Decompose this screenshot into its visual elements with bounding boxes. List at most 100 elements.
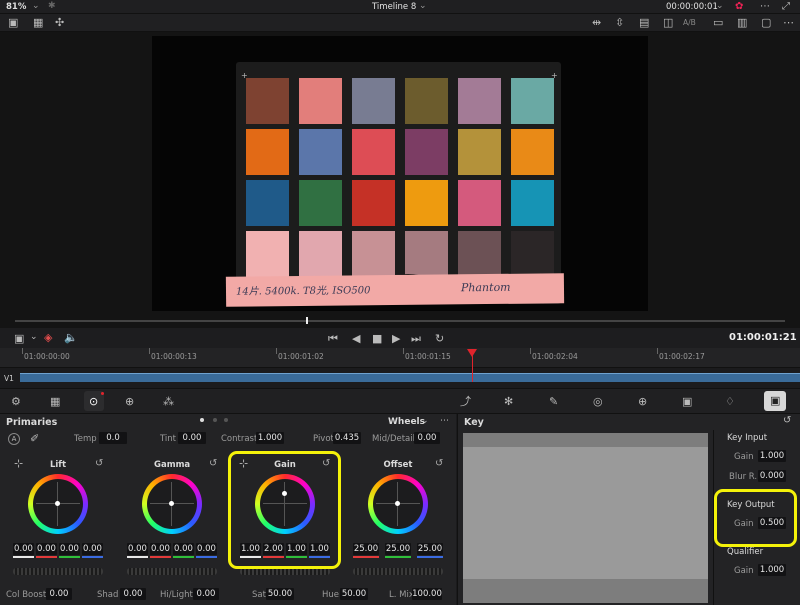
shad-field[interactable]: 0.00: [120, 588, 146, 600]
lift-value-field[interactable]: 0.00: [13, 543, 34, 555]
split-vertical-icon[interactable]: ⇳: [615, 17, 624, 28]
highlight-icon[interactable]: ✣: [55, 17, 64, 28]
offset-value-field[interactable]: 25.00: [385, 543, 411, 555]
page-dot[interactable]: [224, 418, 228, 422]
qualifier-icon[interactable]: ✎: [549, 396, 558, 407]
lift-picker-icon[interactable]: ⊹: [14, 458, 23, 469]
reverse-icon[interactable]: ◀: [352, 333, 360, 344]
split-horizontal-icon[interactable]: ⇹: [592, 17, 601, 28]
play-icon[interactable]: ▶: [392, 333, 400, 344]
hilight-field[interactable]: 0.00: [193, 588, 219, 600]
key-input-gain-field[interactable]: 1.000: [758, 450, 786, 462]
lift-color-wheel[interactable]: [28, 474, 88, 534]
lift-value-field[interactable]: 0.00: [36, 543, 57, 555]
temp-field[interactable]: 0.0: [99, 432, 127, 444]
audio-icon[interactable]: 🔈: [64, 332, 78, 343]
fullscreen-icon[interactable]: ⤢: [782, 1, 790, 12]
middetail-field[interactable]: 0.00: [414, 432, 440, 444]
gamma-value-field[interactable]: 0.00: [127, 543, 148, 555]
blur-field[interactable]: 0.000: [758, 470, 786, 482]
curves-icon[interactable]: ⤴: [460, 396, 471, 407]
single-viewer-icon[interactable]: ▣: [8, 17, 18, 28]
window-icon[interactable]: ▭: [713, 17, 723, 28]
zoom-chevron-icon[interactable]: ⌄: [32, 1, 40, 11]
gamma-master-slider[interactable]: [127, 568, 217, 575]
go-to-start-icon[interactable]: ⏮: [328, 333, 338, 344]
lmix-field[interactable]: 100.00: [412, 588, 442, 600]
timeline-ruler[interactable]: 01:00:00:00 01:00:00:13 01:00:01:02 01:00:0…: [0, 348, 800, 368]
scrub-handle[interactable]: [306, 317, 308, 324]
more-options-icon[interactable]: ⋯: [760, 1, 770, 12]
colboost-field[interactable]: 0.00: [46, 588, 72, 600]
offset-wheel-puck[interactable]: [395, 501, 400, 506]
gamma-value-field[interactable]: 0.00: [196, 543, 217, 555]
more-icon[interactable]: ⋯: [440, 416, 449, 426]
timeline-clip[interactable]: [20, 373, 800, 382]
lift-master-slider[interactable]: [13, 568, 103, 575]
overlay-icon[interactable]: ▢: [761, 17, 771, 28]
gain-master-slider[interactable]: [240, 568, 330, 575]
color-match-icon[interactable]: ▦: [50, 396, 60, 407]
magic-mask-icon[interactable]: ▣: [682, 396, 692, 407]
stop-icon[interactable]: ■: [372, 333, 382, 344]
color-picker-icon[interactable]: ✿: [735, 1, 743, 12]
offset-color-wheel[interactable]: [368, 474, 428, 534]
viewer-mode-chevron-icon[interactable]: ⌄: [30, 332, 38, 343]
auto-balance-icon[interactable]: A: [8, 433, 20, 445]
gamma-value-field[interactable]: 0.00: [150, 543, 171, 555]
qualifier-gain-label: Gain: [734, 566, 754, 576]
lift-value-field[interactable]: 0.00: [59, 543, 80, 555]
page-dot-active[interactable]: [200, 418, 204, 422]
sparkle-icon[interactable]: ✱: [48, 1, 56, 11]
contrast-field[interactable]: 1.000: [256, 432, 284, 444]
pick-white-icon[interactable]: ✐: [30, 433, 39, 444]
pivot-field[interactable]: 0.435: [333, 432, 361, 444]
lift-value-field[interactable]: 0.00: [82, 543, 103, 555]
color-wheels-icon[interactable]: ⊙: [89, 396, 98, 407]
wipe-icon[interactable]: ◫: [663, 17, 673, 28]
tint-field[interactable]: 0.00: [178, 432, 206, 444]
guides-icon[interactable]: ▥: [737, 17, 747, 28]
mode-chevron-icon[interactable]: ⌄: [421, 416, 429, 426]
offset-value-field[interactable]: 25.00: [417, 543, 443, 555]
color-patch: [511, 78, 554, 124]
gamma-reset-icon[interactable]: ↺: [209, 458, 217, 469]
playhead-marker-icon[interactable]: [467, 349, 477, 357]
gamma-wheel-puck[interactable]: [169, 501, 174, 506]
go-to-end-icon[interactable]: ⏭: [411, 333, 421, 344]
key-reset-icon[interactable]: ↺: [783, 415, 791, 426]
ab-compare-icon[interactable]: A/B: [683, 18, 696, 27]
timecode-chevron-icon[interactable]: ⌄: [716, 1, 724, 11]
hdr-wheels-icon[interactable]: ⊕: [125, 396, 134, 407]
lift-reset-icon[interactable]: ↺: [95, 458, 103, 469]
offset-reset-icon[interactable]: ↺: [435, 458, 443, 469]
key-icon[interactable]: ▣: [770, 395, 780, 406]
layers-icon[interactable]: ◈: [44, 332, 52, 343]
viewer-scrub-bar[interactable]: [15, 320, 785, 322]
timeline-chevron-icon[interactable]: ⌄: [419, 1, 427, 11]
gamma-value-field[interactable]: 0.00: [173, 543, 194, 555]
camera-raw-icon[interactable]: ⚙: [11, 396, 21, 407]
viewer-options-icon[interactable]: ⋯: [783, 17, 794, 28]
gamma-color-wheel[interactable]: [142, 474, 202, 534]
zoom-level[interactable]: 81%: [6, 2, 26, 12]
offset-master-slider[interactable]: [353, 568, 443, 575]
hue-field[interactable]: 50.00: [340, 588, 368, 600]
lift-wheel-puck[interactable]: [55, 501, 60, 506]
page-dot[interactable]: [213, 418, 217, 422]
rgb-mixer-icon[interactable]: ⁂: [163, 396, 174, 407]
timeline-title[interactable]: Timeline 8: [372, 2, 416, 12]
offset-value-field[interactable]: 25.00: [353, 543, 379, 555]
grid-icon[interactable]: ▤: [639, 17, 649, 28]
loop-icon[interactable]: ↻: [435, 333, 444, 344]
window-power-icon[interactable]: ◎: [593, 396, 603, 407]
color-warper-icon[interactable]: ✻: [504, 396, 513, 407]
viewer-mode-icon[interactable]: ▣: [14, 333, 24, 344]
blur-icon[interactable]: ♢: [725, 396, 735, 407]
tracker-icon[interactable]: ⊕: [638, 396, 647, 407]
mode-selector[interactable]: Wheels: [388, 417, 425, 427]
color-patch: [458, 231, 501, 277]
qualifier-gain-field[interactable]: 1.000: [758, 564, 786, 576]
gallery-icon[interactable]: ▦: [33, 17, 43, 28]
sat-field[interactable]: 50.00: [266, 588, 294, 600]
